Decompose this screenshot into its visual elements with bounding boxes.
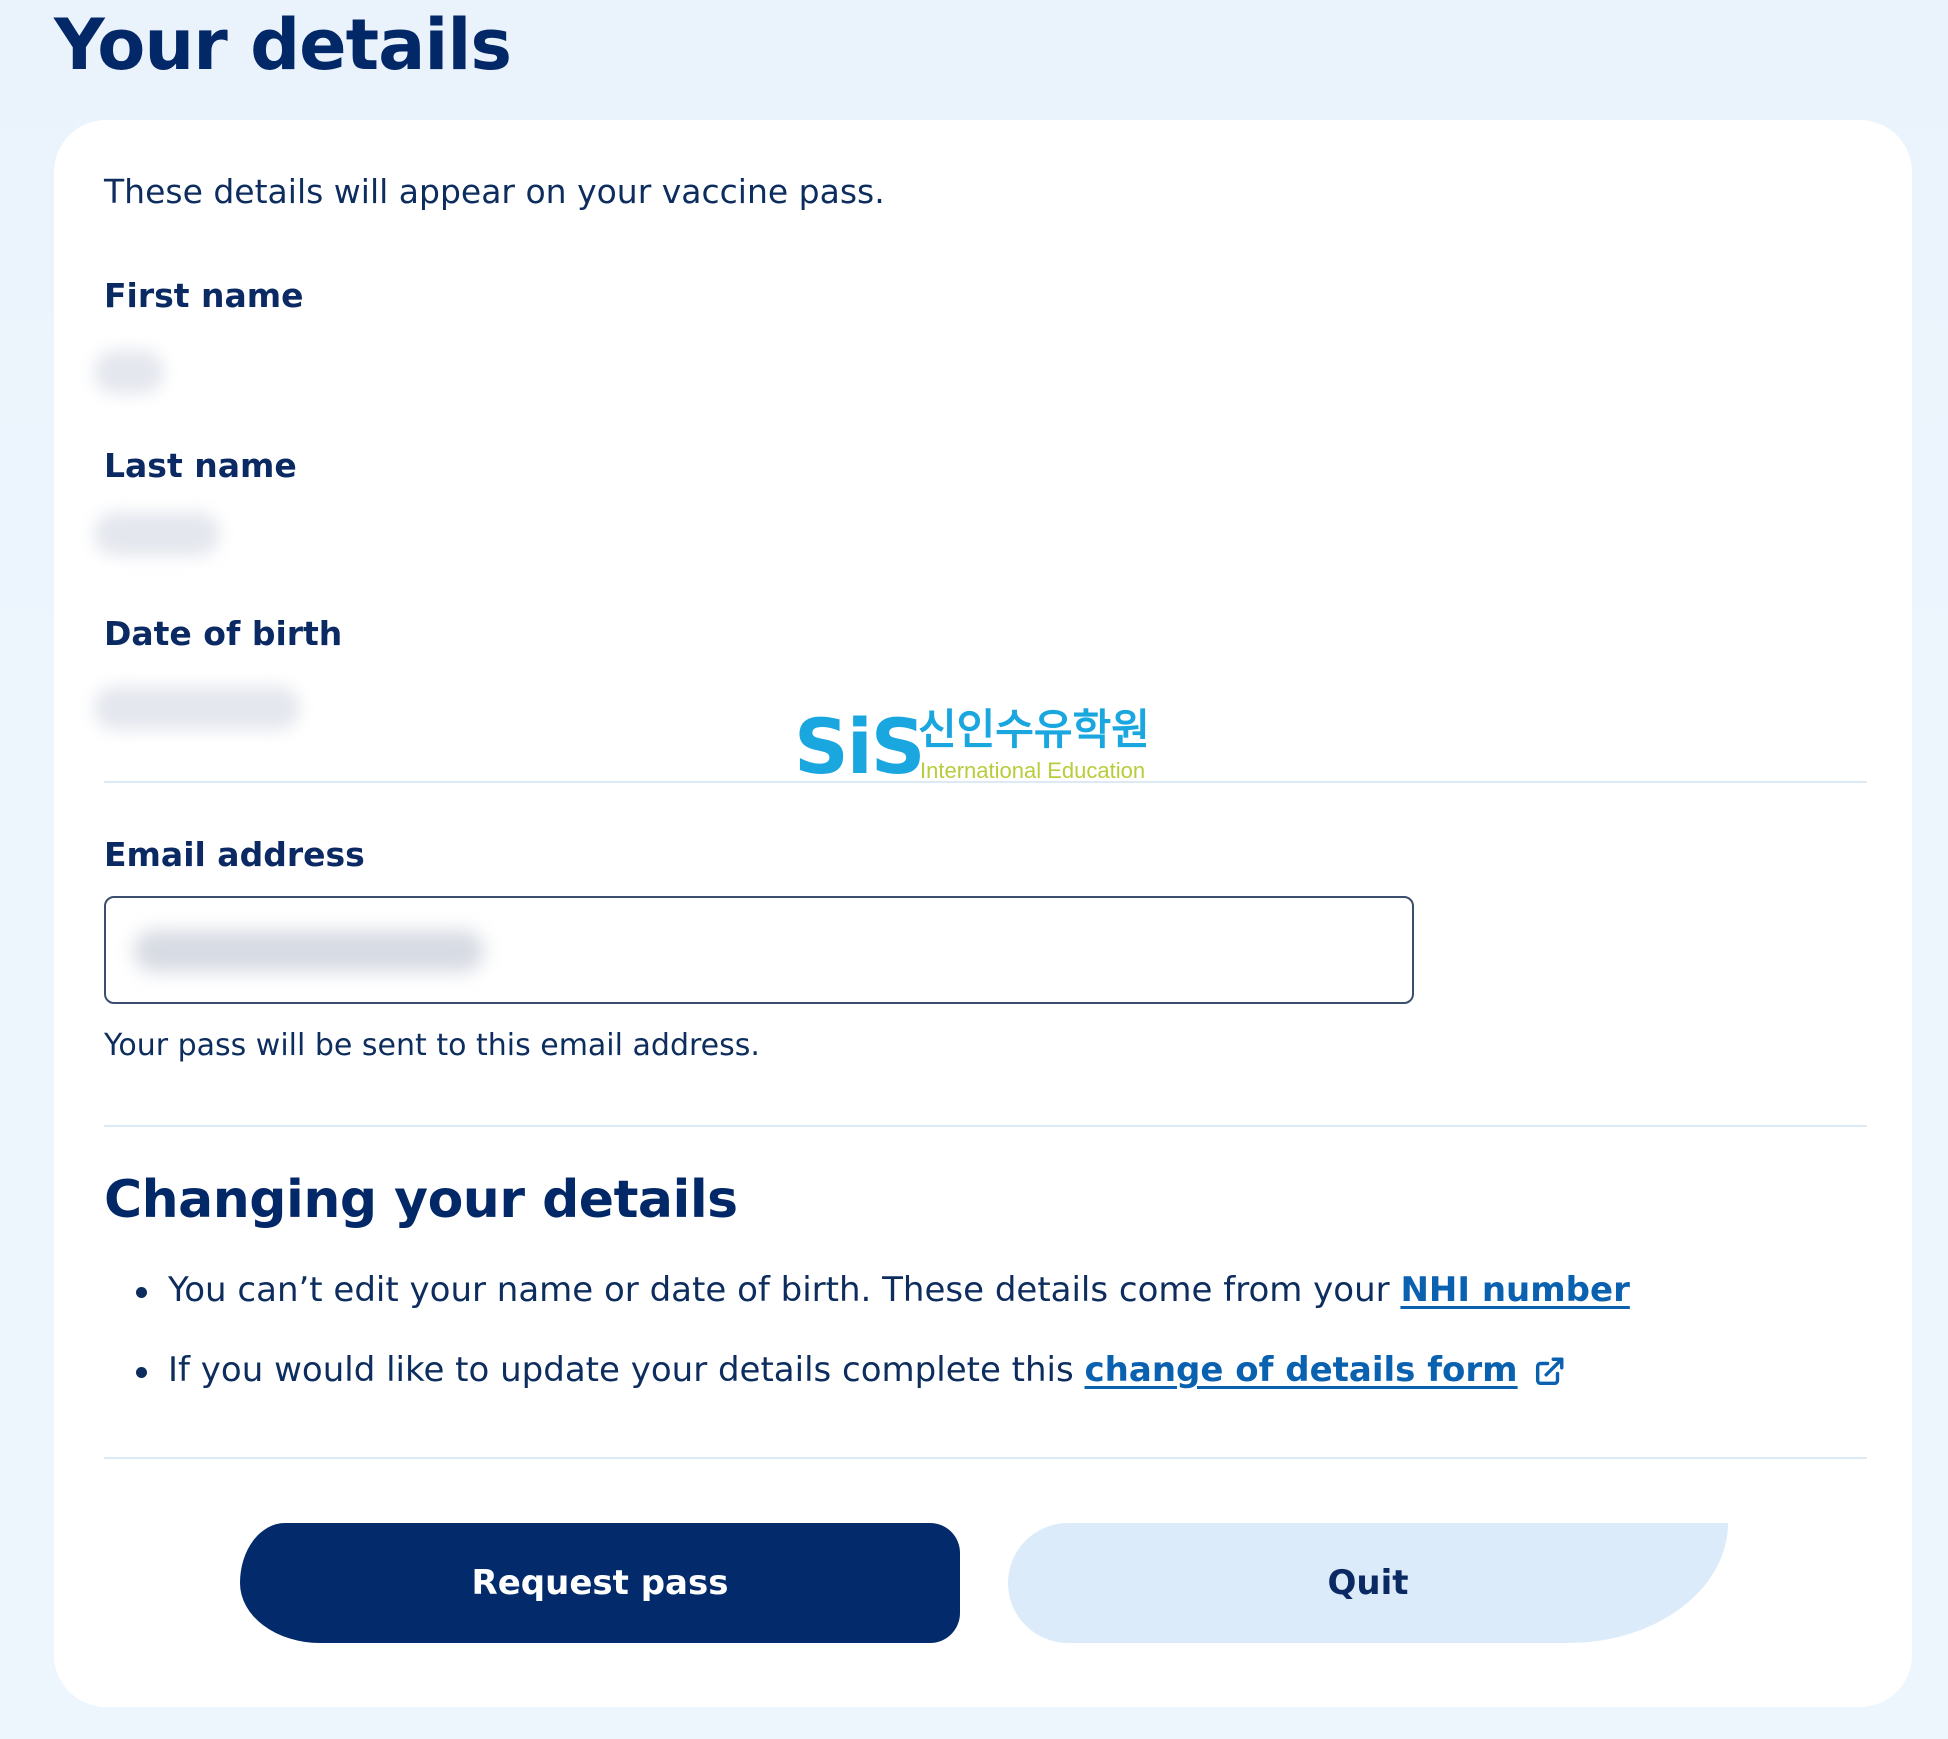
- divider: [104, 781, 1867, 783]
- logo-korean-text: 신인수유학원: [918, 705, 1150, 754]
- quit-label: Quit: [1327, 1563, 1409, 1603]
- external-link-icon[interactable]: [1532, 1355, 1566, 1389]
- nhi-number-link[interactable]: NHI number: [1400, 1270, 1629, 1310]
- list-item: If you would like to update your details…: [104, 1350, 1630, 1430]
- request-pass-button[interactable]: Request pass: [240, 1523, 960, 1643]
- changing-details-heading: Changing your details: [104, 1170, 738, 1230]
- details-card: These details will appear on your vaccin…: [54, 120, 1912, 1707]
- page-title: Your details: [54, 4, 512, 86]
- request-pass-label: Request pass: [471, 1563, 729, 1603]
- dob-value: [94, 686, 300, 730]
- sis-watermark-logo: SiS 신인수유학원 International Education: [794, 702, 1174, 792]
- intro-text: These details will appear on your vaccin…: [104, 172, 885, 211]
- divider: [104, 1125, 1867, 1127]
- dob-label: Date of birth: [104, 614, 343, 653]
- quit-button[interactable]: Quit: [1008, 1523, 1728, 1643]
- bullet-text: You can’t edit your name or date of birt…: [168, 1270, 1401, 1310]
- change-of-details-form-link[interactable]: change of details form: [1085, 1350, 1518, 1390]
- list-item: You can’t edit your name or date of birt…: [104, 1270, 1630, 1350]
- first-name-label: First name: [104, 276, 304, 315]
- last-name-value: [94, 512, 220, 556]
- email-value: [134, 930, 484, 972]
- divider: [104, 1457, 1867, 1459]
- logo-brand: SiS: [794, 702, 926, 791]
- email-label: Email address: [104, 835, 365, 874]
- bullet-icon: [136, 1287, 147, 1298]
- email-helper-text: Your pass will be sent to this email add…: [104, 1028, 760, 1063]
- bullet-text: If you would like to update your details…: [168, 1350, 1085, 1390]
- last-name-label: Last name: [104, 446, 297, 485]
- changing-details-list: You can’t edit your name or date of birt…: [104, 1270, 1630, 1430]
- bullet-icon: [136, 1367, 147, 1378]
- email-input[interactable]: [104, 896, 1414, 1004]
- first-name-value: [94, 350, 164, 394]
